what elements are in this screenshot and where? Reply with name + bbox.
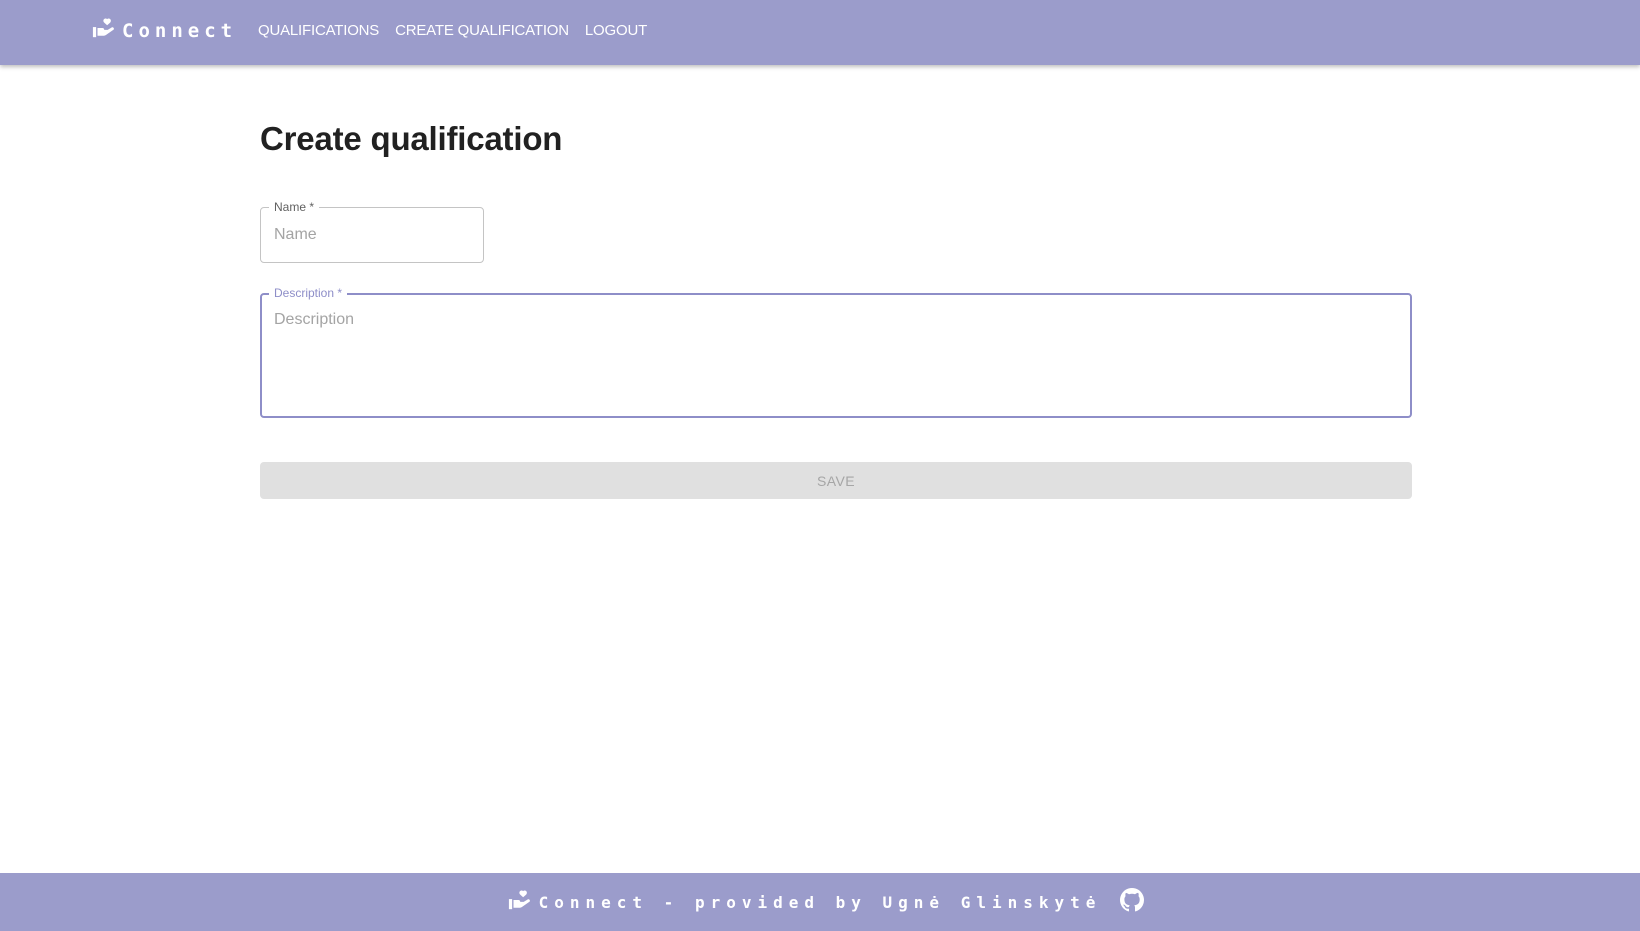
hand-heart-icon (92, 17, 114, 44)
top-app-bar: Connect QUALIFICATIONS CREATE QUALIFICAT… (0, 0, 1640, 65)
save-button[interactable]: SAVE (260, 462, 1412, 499)
brand-name: Connect (122, 19, 238, 42)
footer: Connect - provided by Ugnė Glinskytė (0, 873, 1640, 931)
github-link[interactable] (1120, 887, 1145, 917)
name-field: Name * (260, 200, 484, 263)
nav-qualifications[interactable]: QUALIFICATIONS (258, 22, 379, 39)
main-nav: QUALIFICATIONS CREATE QUALIFICATION LOGO… (258, 0, 647, 60)
footer-credit: Connect - provided by Ugnė Glinskytė (538, 892, 1102, 912)
description-field-label: Description * (269, 286, 348, 300)
app-root: Connect QUALIFICATIONS CREATE QUALIFICAT… (0, 0, 1640, 931)
nav-create-qualification[interactable]: CREATE QUALIFICATION (395, 22, 569, 39)
name-input[interactable] (261, 208, 483, 262)
description-field: Description * (260, 286, 1412, 418)
github-icon (1120, 887, 1145, 917)
description-input[interactable] (262, 295, 1410, 416)
hand-heart-icon (508, 889, 530, 916)
name-field-label: Name * (269, 200, 320, 214)
page-title: Create qualification (260, 120, 563, 157)
nav-logout[interactable]: LOGOUT (585, 22, 647, 39)
brand-link[interactable]: Connect (92, 17, 237, 44)
footer-content: Connect - provided by Ugnė Glinskytė (508, 887, 1145, 917)
create-qualification-form: Create qualification Name * Description … (260, 120, 1412, 499)
